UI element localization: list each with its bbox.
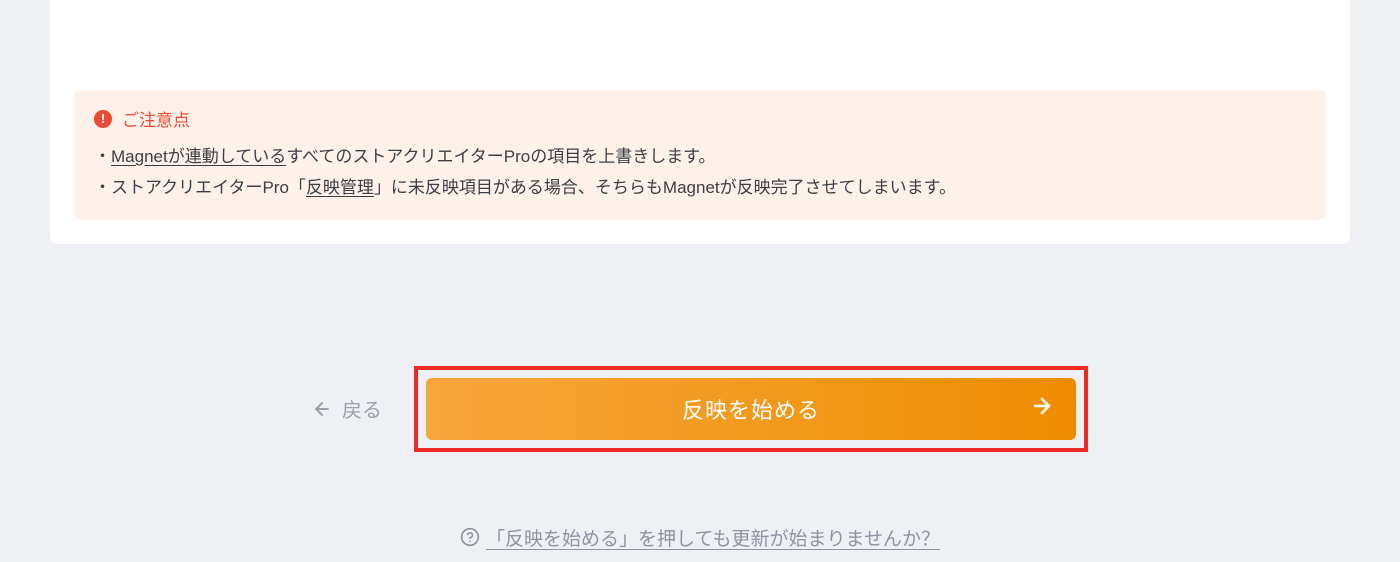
actions-row: 戻る 反映を始める xyxy=(0,366,1400,452)
notice-line-2: ・ストアクリエイターPro「反映管理」に未反映項目がある場合、そちらもMagne… xyxy=(94,172,1306,203)
alert-icon: ! xyxy=(94,110,112,128)
primary-button-label: 反映を始める xyxy=(682,393,820,425)
notice-header: ! ご注意点 xyxy=(94,106,1306,131)
card-spacer xyxy=(74,0,1326,90)
arrow-right-icon xyxy=(1030,394,1054,424)
notice-body: ・Magnetが連動しているすべてのストアクリエイターProの項目を上書きします… xyxy=(94,141,1306,204)
content-card: ! ご注意点 ・Magnetが連動しているすべてのストアクリエイターProの項目… xyxy=(50,0,1350,244)
notice-box: ! ご注意点 ・Magnetが連動しているすべてのストアクリエイターProの項目… xyxy=(74,90,1326,220)
notice-line2-suffix: 」に未反映項目がある場合、そちらもMagnetが反映完了させてしまいます。 xyxy=(374,178,956,197)
notice-line2-underlined: 反映管理 xyxy=(306,178,374,197)
notice-line1-suffix: すべてのストアクリエイターProの項目を上書きします。 xyxy=(286,147,715,166)
notice-line-1: ・Magnetが連動しているすべてのストアクリエイターProの項目を上書きします… xyxy=(94,141,1306,172)
notice-line2-prefix: ・ストアクリエイターPro「 xyxy=(94,178,306,197)
arrow-left-icon xyxy=(312,399,332,419)
question-circle-icon xyxy=(460,527,480,547)
primary-button-highlight: 反映を始める xyxy=(414,366,1088,452)
back-label: 戻る xyxy=(342,394,382,423)
back-button[interactable]: 戻る xyxy=(312,394,382,423)
notice-line1-prefix: ・ xyxy=(94,147,111,166)
help-link-text: 「反映を始める」を押しても更新が始まりませんか？ xyxy=(486,524,940,551)
start-reflection-button[interactable]: 反映を始める xyxy=(426,378,1076,440)
help-link[interactable]: 「反映を始める」を押しても更新が始まりませんか？ xyxy=(460,524,940,551)
notice-title: ご注意点 xyxy=(122,106,190,131)
notice-line1-underlined: Magnetが連動している xyxy=(111,147,286,166)
help-row: 「反映を始める」を押しても更新が始まりませんか？ xyxy=(0,524,1400,553)
